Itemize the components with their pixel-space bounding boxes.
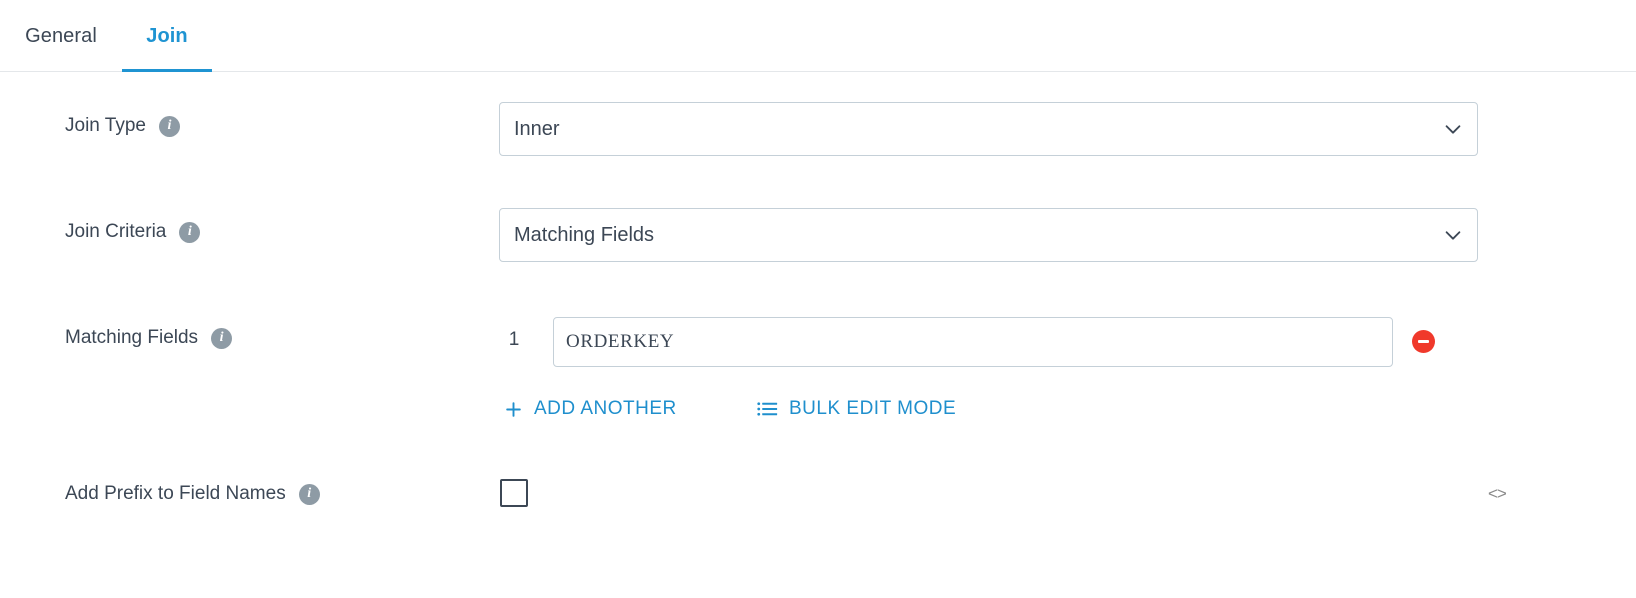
- add-prefix-checkbox[interactable]: [500, 479, 528, 507]
- info-icon[interactable]: i: [298, 483, 320, 505]
- row-join-type: Join Type i Inner: [0, 72, 1636, 172]
- join-type-select[interactable]: Inner: [499, 102, 1478, 156]
- minus-icon: [1418, 340, 1429, 343]
- join-criteria-selected-value: Matching Fields: [514, 223, 655, 246]
- tab-bar: General Join: [0, 0, 1636, 72]
- plus-icon: [506, 401, 521, 417]
- chevron-down-icon: [1445, 125, 1461, 134]
- matching-field-index: 1: [508, 329, 520, 350]
- remove-matching-field-button[interactable]: [1412, 330, 1435, 353]
- matching-fields-label-group: Matching Fields i: [65, 327, 233, 349]
- info-icon[interactable]: i: [211, 327, 233, 349]
- join-criteria-label-group: Join Criteria i: [65, 221, 201, 243]
- info-icon[interactable]: i: [179, 221, 201, 243]
- info-icon[interactable]: i: [158, 115, 180, 137]
- join-form: Join Type i Inner Join Criteria i Matchi…: [0, 72, 1636, 598]
- matching-fields-label: Matching Fields: [65, 327, 199, 348]
- add-another-button[interactable]: ADD ANOTHER: [504, 398, 677, 420]
- bulk-edit-mode-label: BULK EDIT MODE: [789, 398, 957, 419]
- join-criteria-label: Join Criteria: [65, 221, 167, 242]
- tab-general[interactable]: General: [0, 0, 122, 72]
- row-matching-fields: Matching Fields i 1 ADD ANOTHER: [0, 284, 1636, 424]
- code-view-toggle-icon[interactable]: <>: [1488, 484, 1507, 504]
- join-type-label-group: Join Type i: [65, 115, 180, 137]
- row-add-prefix: Add Prefix to Field Names i <>: [0, 446, 1636, 536]
- join-type-selected-value: Inner: [514, 117, 560, 140]
- add-prefix-label: Add Prefix to Field Names: [65, 483, 286, 504]
- add-another-label: ADD ANOTHER: [534, 398, 677, 419]
- add-prefix-label-group: Add Prefix to Field Names i: [65, 483, 320, 505]
- matching-field-input[interactable]: [553, 317, 1393, 367]
- tab-join[interactable]: Join: [122, 0, 212, 72]
- join-settings-panel: General Join Join Type i Inner Join Crit…: [0, 0, 1636, 598]
- chevron-down-icon: [1445, 231, 1461, 240]
- row-join-criteria: Join Criteria i Matching Fields: [0, 178, 1636, 278]
- bulk-edit-mode-button[interactable]: BULK EDIT MODE: [757, 398, 956, 420]
- join-type-label: Join Type: [65, 115, 146, 136]
- list-icon: [757, 402, 778, 416]
- join-criteria-select[interactable]: Matching Fields: [499, 208, 1478, 262]
